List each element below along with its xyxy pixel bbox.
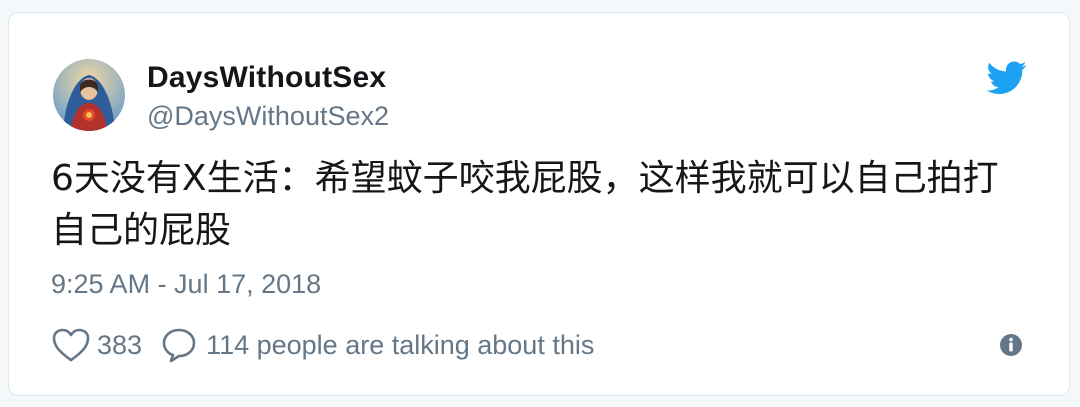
user-handle[interactable]: @DaysWithoutSex2 bbox=[147, 101, 389, 132]
like-button[interactable]: 383 bbox=[51, 327, 160, 363]
avatar-image bbox=[53, 59, 125, 131]
twitter-bird-icon[interactable] bbox=[986, 61, 1027, 95]
tweet-actions: 383 114 people are talking about this bbox=[51, 325, 594, 365]
tweet-timestamp[interactable]: 9:25 AM - Jul 17, 2018 bbox=[51, 269, 321, 300]
heart-icon bbox=[51, 327, 91, 363]
info-icon[interactable] bbox=[999, 333, 1023, 357]
tweet-text: 6天没有X生活：希望蚊子咬我屁股，这样我就可以自己拍打自己的屁股 bbox=[51, 158, 999, 251]
speech-bubble-icon bbox=[160, 326, 198, 364]
reply-text: 114 people are talking about this bbox=[206, 329, 595, 360]
like-count: 383 bbox=[97, 329, 143, 360]
reply-button[interactable]: 114 people are talking about this bbox=[160, 326, 594, 364]
avatar[interactable] bbox=[53, 59, 125, 131]
tweet-card: DaysWithoutSex @DaysWithoutSex2 6天没有X生活：… bbox=[8, 12, 1070, 396]
display-name[interactable]: DaysWithoutSex bbox=[147, 61, 386, 95]
